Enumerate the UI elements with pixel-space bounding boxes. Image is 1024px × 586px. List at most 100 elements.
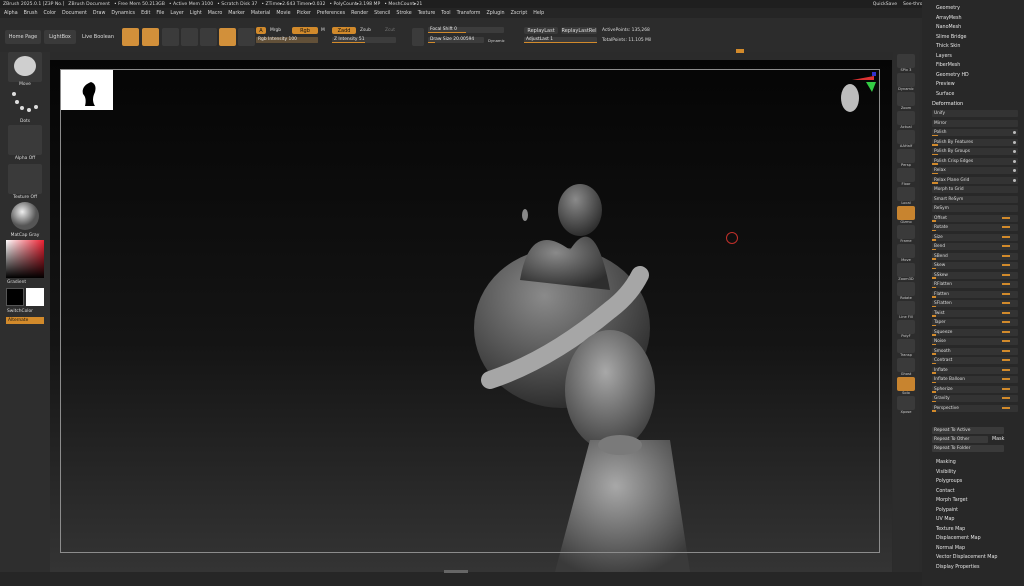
- menu-item-picker[interactable]: Picker: [297, 11, 311, 16]
- deform-polish-by-groups[interactable]: Polish By Groups: [932, 148, 1018, 155]
- menu-item-edit[interactable]: Edit: [141, 11, 150, 16]
- palette-item-nanomesh[interactable]: NanoMesh: [936, 25, 961, 30]
- deform-polish-crisp-edges[interactable]: Polish Crisp Edges: [932, 157, 1018, 165]
- palette-item-slime-bridge[interactable]: Slime Bridge: [936, 35, 967, 40]
- deform-smooth[interactable]: Smooth: [932, 347, 1018, 355]
- palette-item-fibermesh[interactable]: FiberMesh: [936, 63, 960, 68]
- mask-toggle[interactable]: Mask: [992, 437, 1004, 442]
- shelf-button-local[interactable]: [897, 187, 915, 201]
- deform-inflate-balloon[interactable]: Inflate Balloon: [932, 376, 1018, 383]
- deform-sflatten[interactable]: SFlatten: [932, 300, 1018, 307]
- deform-squeeze[interactable]: Squeeze: [932, 328, 1018, 336]
- menu-item-transform[interactable]: Transform: [457, 11, 481, 16]
- menu-item-material[interactable]: Material: [251, 11, 271, 16]
- bottom-tray-handle[interactable]: [444, 570, 468, 573]
- shelf-button-ghost[interactable]: [897, 358, 915, 372]
- deform-rflatten[interactable]: RFlatten: [932, 281, 1018, 288]
- menu-item-layer[interactable]: Layer: [170, 11, 183, 16]
- palette-item-polypaint[interactable]: Polypaint: [936, 508, 958, 513]
- shelf-button-zoom3d[interactable]: [897, 263, 915, 277]
- deform-polish-by-features[interactable]: Polish By Features: [932, 138, 1018, 146]
- deform-rotate[interactable]: Rotate: [932, 224, 1018, 231]
- deform-smart-resym[interactable]: Smart ReSym: [932, 195, 1018, 203]
- navigation-thumbnail[interactable]: [61, 70, 113, 110]
- menu-item-document[interactable]: Document: [62, 11, 87, 16]
- draw-mode-button[interactable]: [142, 28, 159, 46]
- z-intensity-slider[interactable]: Z Intensity 51: [332, 37, 396, 43]
- menu-item-marker[interactable]: Marker: [228, 11, 245, 16]
- shelf-button-move[interactable]: [897, 244, 915, 258]
- zadd-toggle[interactable]: Zadd: [332, 27, 356, 34]
- menu-item-tool[interactable]: Tool: [441, 11, 450, 16]
- palette-item-geometry-hd[interactable]: Geometry HD: [936, 73, 969, 78]
- menu-item-texture[interactable]: Texture: [418, 11, 436, 16]
- shelf-button-solo[interactable]: [897, 377, 915, 391]
- deform-bend[interactable]: Bend: [932, 243, 1018, 250]
- move-mode-button[interactable]: [162, 28, 179, 46]
- palette-item-masking[interactable]: Masking: [936, 460, 956, 465]
- deform-twist[interactable]: Twist: [932, 309, 1018, 317]
- live-boolean-button[interactable]: Live Boolean: [80, 30, 116, 44]
- material-sphere-icon[interactable]: [219, 28, 236, 46]
- palette-item-arraymesh[interactable]: ArrayMesh: [936, 16, 962, 21]
- shelf-button-line-fill[interactable]: [897, 301, 915, 315]
- rgb-toggle[interactable]: Rgb: [292, 27, 318, 34]
- menu-item-help[interactable]: Help: [533, 11, 544, 16]
- palette-item-geometry[interactable]: Geometry: [936, 6, 960, 11]
- repeat-to-folder-button[interactable]: Repeat To Folder: [932, 445, 1004, 452]
- deform-relax[interactable]: Relax: [932, 167, 1018, 174]
- palette-item-uv-map[interactable]: UV Map: [936, 517, 954, 522]
- menu-item-dynamics[interactable]: Dynamics: [111, 11, 135, 16]
- repeat-to-active-button[interactable]: Repeat To Active: [932, 427, 1004, 434]
- shelf-button-rotate[interactable]: [897, 282, 915, 296]
- deform-resym[interactable]: ReSym: [932, 205, 1018, 212]
- menu-item-zscript[interactable]: Zscript: [511, 11, 528, 16]
- deform-taper[interactable]: Taper: [932, 319, 1018, 326]
- deform-size[interactable]: Size: [932, 233, 1018, 241]
- palette-item-deformation[interactable]: Deformation: [932, 101, 963, 107]
- stroke-selector[interactable]: [8, 88, 42, 118]
- deform-flatten[interactable]: Flatten: [932, 290, 1018, 298]
- deform-spherize[interactable]: Spherize: [932, 385, 1018, 393]
- menu-item-draw[interactable]: Draw: [93, 11, 106, 16]
- gyro-icon[interactable]: [238, 28, 255, 46]
- focal-shift-slider[interactable]: Focal Shift 0: [428, 27, 504, 33]
- secondary-color-swatch[interactable]: [26, 288, 44, 306]
- deform-mirror[interactable]: Mirror: [932, 119, 1018, 127]
- alternate-button[interactable]: Alternate: [6, 317, 44, 324]
- draw-size-slider[interactable]: Draw Size 20.00594: [428, 37, 484, 43]
- palette-item-normal-map[interactable]: Normal Map: [936, 546, 965, 551]
- menu-item-render[interactable]: Render: [351, 11, 368, 16]
- repeat-to-other-button[interactable]: Repeat To Other: [932, 436, 988, 443]
- deform-relax-plane-grid[interactable]: Relax Plane Grid: [932, 176, 1018, 184]
- menu-item-preferences[interactable]: Preferences: [317, 11, 345, 16]
- menu-item-movie[interactable]: Movie: [276, 11, 290, 16]
- shelf-button-aahalf[interactable]: [897, 130, 915, 144]
- quicksave-button[interactable]: QuickSave: [873, 2, 897, 7]
- shelf-button-polyf[interactable]: [897, 320, 915, 334]
- menu-item-color[interactable]: Color: [43, 11, 56, 16]
- shelf-button-spix-3[interactable]: [897, 54, 915, 68]
- mrgb-toggle[interactable]: Mrgb: [270, 28, 281, 33]
- m-toggle[interactable]: M: [321, 28, 325, 33]
- palette-item-visibility[interactable]: Visibility: [936, 470, 956, 475]
- lightbox-button[interactable]: LightBox: [44, 30, 76, 44]
- deform-inflate[interactable]: Inflate: [932, 366, 1018, 374]
- home-page-button[interactable]: Home Page: [5, 30, 41, 44]
- lazy-icon[interactable]: [412, 28, 424, 46]
- menu-item-file[interactable]: File: [156, 11, 164, 16]
- palette-item-vector-displacement-map[interactable]: Vector Displacement Map: [936, 555, 997, 560]
- switch-color-button[interactable]: SwitchColor: [0, 309, 50, 314]
- menu-item-brush[interactable]: Brush: [24, 11, 38, 16]
- rgb-intensity-slider[interactable]: Rgb Intensity 100: [256, 37, 318, 43]
- deform-morph-to-grid[interactable]: Morph to Grid: [932, 186, 1018, 193]
- palette-item-surface[interactable]: Surface: [936, 92, 954, 97]
- deform-unify[interactable]: Unify: [932, 110, 1018, 117]
- shelf-button-floor[interactable]: [897, 168, 915, 182]
- deform-sskew[interactable]: SSkew: [932, 271, 1018, 279]
- menu-item-alpha[interactable]: Alpha: [4, 11, 18, 16]
- adjust-last-slider[interactable]: AdjustLast 1: [524, 37, 597, 43]
- deform-offset[interactable]: Offset: [932, 214, 1018, 222]
- palette-item-preview[interactable]: Preview: [936, 82, 955, 87]
- a-toggle[interactable]: A: [256, 27, 266, 34]
